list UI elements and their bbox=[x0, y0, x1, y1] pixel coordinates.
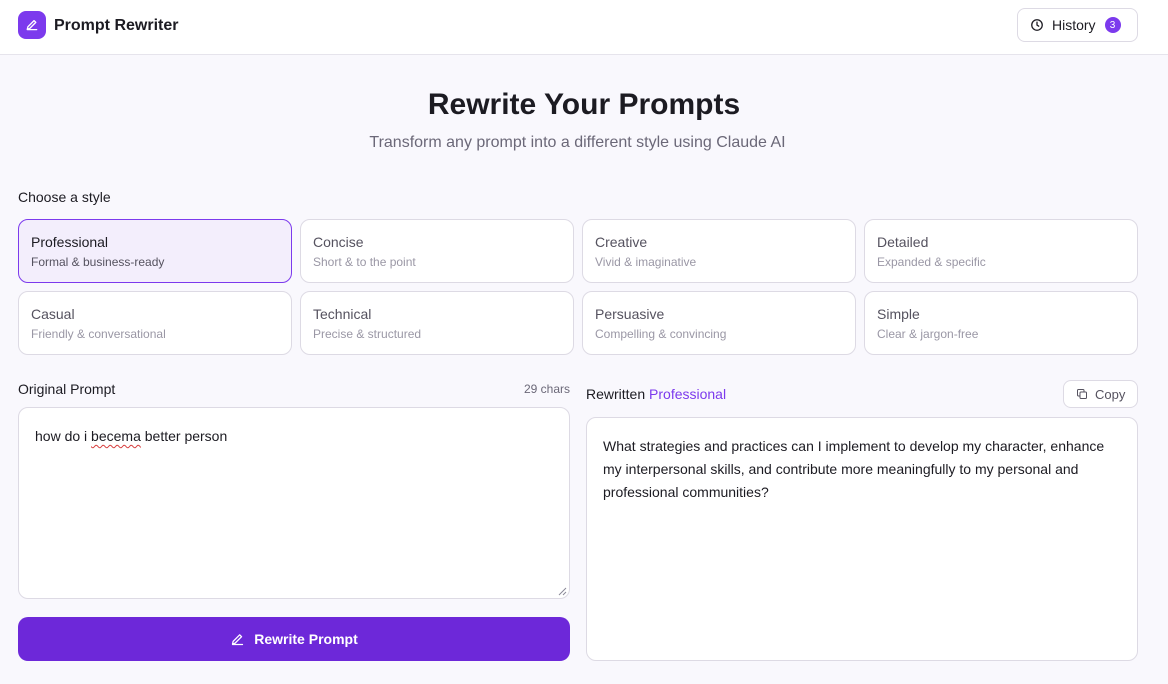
style-name: Casual bbox=[31, 306, 75, 322]
style-name: Detailed bbox=[877, 234, 929, 250]
original-prompt-input[interactable]: how do i becema better person bbox=[18, 407, 570, 599]
style-name: Creative bbox=[595, 234, 648, 250]
char-count: 29 chars bbox=[523, 382, 570, 396]
style-section-label: Choose a style bbox=[18, 189, 111, 205]
history-button[interactable]: History 3 bbox=[1017, 8, 1138, 42]
rewritten-header: Rewritten Professional bbox=[586, 385, 726, 403]
copy-button[interactable]: Copy bbox=[1063, 380, 1138, 408]
copy-icon bbox=[1077, 389, 1087, 399]
clock-icon bbox=[1031, 19, 1043, 31]
prompt-text-end: better person bbox=[140, 428, 228, 444]
style-card-concise[interactable]: Concise Short & to the point bbox=[300, 219, 574, 283]
rewritten-style-name: Professional bbox=[649, 386, 727, 402]
style-name: Technical bbox=[313, 306, 372, 322]
style-card-simple[interactable]: Simple Clear & jargon-free bbox=[864, 291, 1138, 355]
style-desc: Formal & business-ready bbox=[31, 255, 165, 269]
style-desc: Vivid & imaginative bbox=[595, 255, 697, 269]
prompt-text-start: how do i bbox=[35, 428, 92, 444]
original-prompt-label: Original Prompt bbox=[18, 381, 116, 397]
page-title: Rewrite Your Prompts bbox=[427, 88, 741, 121]
style-card-creative[interactable]: Creative Vivid & imaginative bbox=[582, 219, 856, 283]
misspelled-word: becema bbox=[91, 428, 141, 444]
rewritten-label: Rewritten bbox=[586, 386, 646, 402]
style-card-technical[interactable]: Technical Precise & structured bbox=[300, 291, 574, 355]
style-name: Simple bbox=[877, 306, 920, 322]
style-desc: Short & to the point bbox=[313, 255, 416, 269]
style-name: Professional bbox=[31, 234, 109, 250]
style-desc: Compelling & convincing bbox=[595, 327, 727, 341]
style-name: Persuasive bbox=[595, 306, 665, 322]
rewritten-text: What strategies and practices can I impl… bbox=[603, 438, 1105, 500]
style-card-casual[interactable]: Casual Friendly & conversational bbox=[18, 291, 292, 355]
rewrite-button-label: Rewrite Prompt bbox=[254, 631, 358, 647]
style-name: Concise bbox=[313, 234, 364, 250]
pencil-icon bbox=[26, 19, 38, 31]
style-card-persuasive[interactable]: Persuasive Compelling & convincing bbox=[582, 291, 856, 355]
style-card-professional[interactable]: Professional Formal & business-ready bbox=[18, 219, 292, 283]
app-title: Prompt Rewriter bbox=[54, 17, 179, 34]
style-desc: Clear & jargon-free bbox=[877, 327, 979, 341]
app-logo bbox=[18, 11, 46, 39]
style-desc: Friendly & conversational bbox=[31, 327, 166, 341]
copy-label: Copy bbox=[1095, 386, 1126, 402]
page-subtitle: Transform any prompt into a different st… bbox=[369, 134, 786, 151]
resize-handle-icon[interactable] bbox=[558, 587, 567, 596]
rewrite-prompt-button[interactable]: Rewrite Prompt bbox=[18, 617, 570, 661]
top-bar: Prompt Rewriter History 3 bbox=[0, 0, 1168, 55]
style-desc: Expanded & specific bbox=[877, 255, 986, 269]
pencil-icon bbox=[232, 633, 244, 645]
rewritten-output[interactable]: What strategies and practices can I impl… bbox=[586, 417, 1138, 661]
style-card-detailed[interactable]: Detailed Expanded & specific bbox=[864, 219, 1138, 283]
style-desc: Precise & structured bbox=[313, 327, 422, 341]
history-count-badge: 3 bbox=[1104, 17, 1121, 33]
history-label: History bbox=[1052, 17, 1096, 33]
